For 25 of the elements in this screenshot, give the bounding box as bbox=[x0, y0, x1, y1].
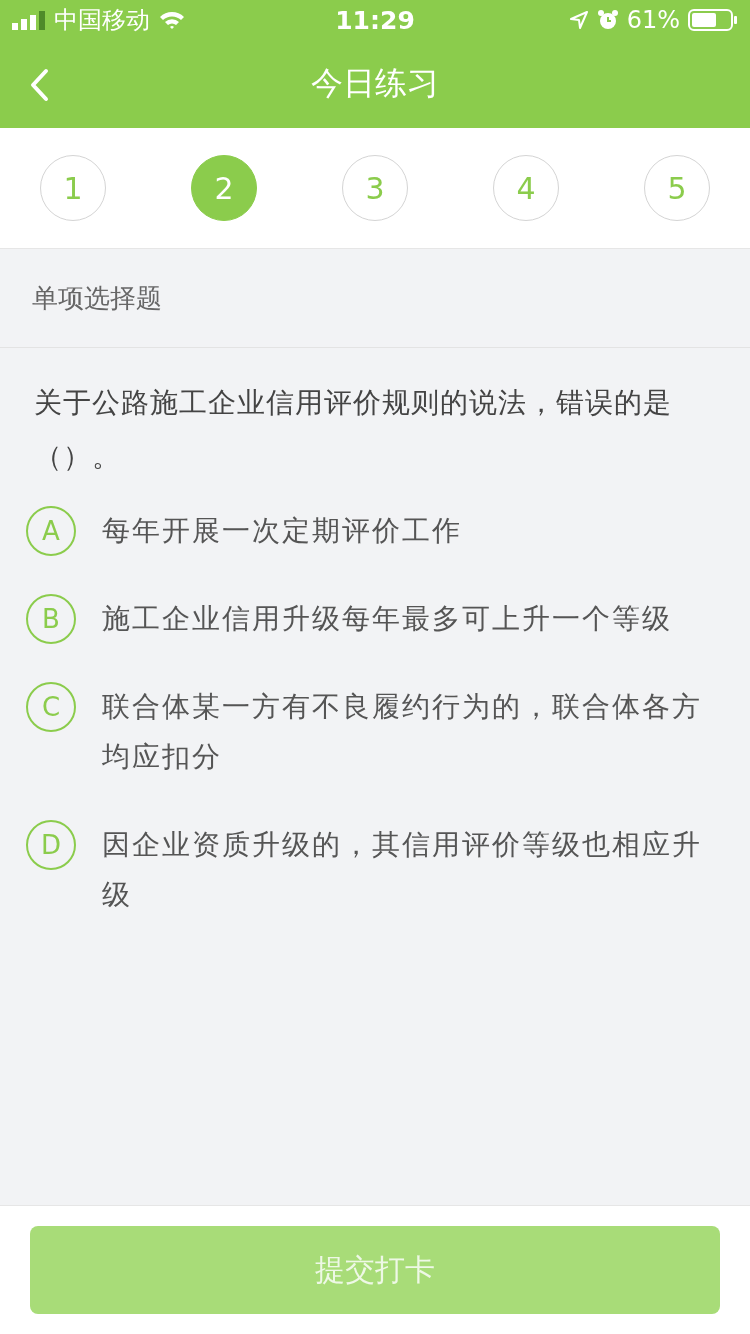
question-type-label: 单项选择题 bbox=[32, 281, 162, 315]
option-letter[interactable]: B bbox=[26, 594, 76, 644]
option-letter[interactable]: A bbox=[26, 506, 76, 556]
question-number-tab[interactable]: 4 bbox=[493, 155, 559, 221]
carrier-name: 中国移动 bbox=[54, 5, 150, 36]
question-number-tab[interactable]: 1 bbox=[40, 155, 106, 221]
question-number-tab[interactable]: 3 bbox=[342, 155, 408, 221]
page-title: 今日练习 bbox=[311, 63, 439, 104]
option-letter[interactable]: D bbox=[26, 820, 76, 870]
option-text[interactable]: 联合体某一方有不良履约行为的，联合体各方均应扣分 bbox=[102, 682, 720, 782]
option-text[interactable]: 施工企业信用升级每年最多可上升一个等级 bbox=[102, 594, 672, 644]
question-text: 关于公路施工企业信用评价规则的说法，错误的是（）。 bbox=[33, 385, 673, 475]
location-icon bbox=[568, 10, 589, 30]
question-number-tab[interactable]: 5 bbox=[644, 155, 710, 221]
back-icon[interactable] bbox=[28, 68, 50, 102]
battery-percent: 61% bbox=[626, 6, 680, 34]
question-number-tab[interactable]: 2 bbox=[191, 155, 257, 221]
option-text[interactable]: 因企业资质升级的，其信用评价等级也相应升级 bbox=[102, 820, 720, 920]
alarm-icon bbox=[596, 9, 619, 31]
battery-icon bbox=[688, 9, 738, 31]
option-letter[interactable]: C bbox=[26, 682, 76, 732]
status-time: 11:29 bbox=[335, 5, 415, 35]
option-text[interactable]: 每年开展一次定期评价工作 bbox=[102, 506, 462, 556]
signal-icon bbox=[12, 10, 46, 30]
wifi-icon bbox=[158, 10, 186, 30]
